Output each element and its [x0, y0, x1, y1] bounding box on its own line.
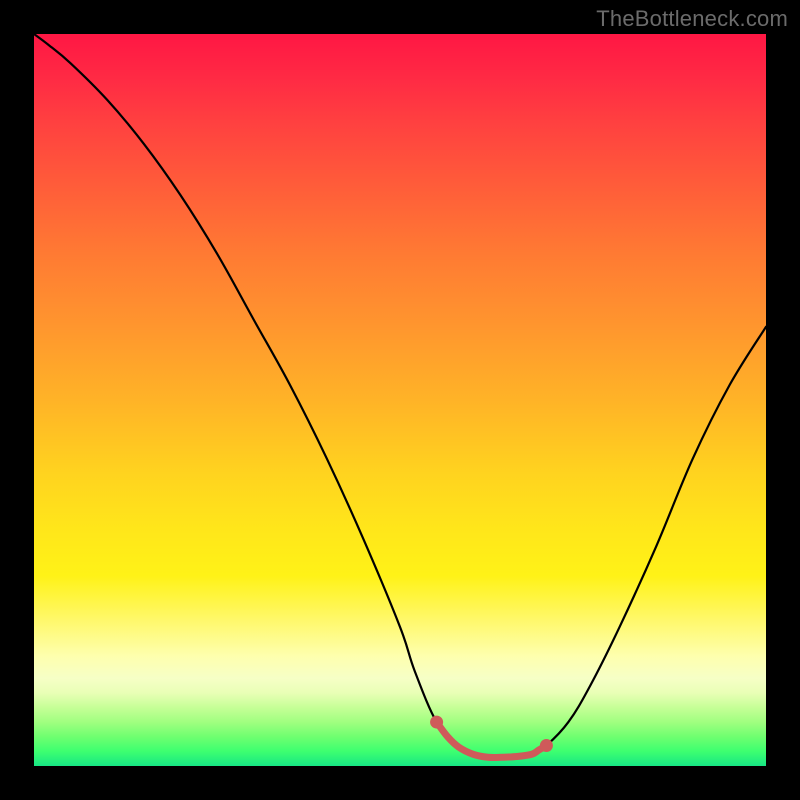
chart-frame: TheBottleneck.com	[0, 0, 800, 800]
highlight-endpoint-dot	[430, 716, 443, 729]
curve-svg	[34, 34, 766, 766]
highlight-segment	[437, 722, 547, 757]
highlight-endpoint-dot	[540, 739, 553, 752]
watermark-label: TheBottleneck.com	[596, 6, 788, 32]
plot-area	[34, 34, 766, 766]
bottleneck-curve	[34, 34, 766, 758]
